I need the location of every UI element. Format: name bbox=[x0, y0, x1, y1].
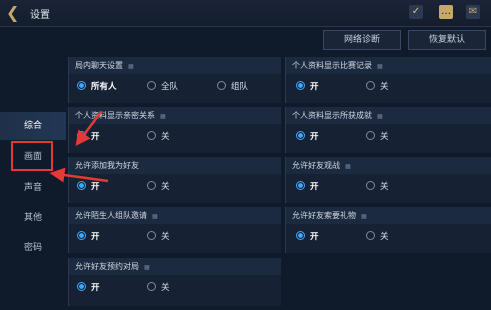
highlight-box bbox=[11, 141, 53, 171]
panel-chat-settings: 局内聊天设置 ▦ 所有人 全队 组队 bbox=[68, 57, 281, 103]
panel-title: 允许好友索要礼物 bbox=[292, 211, 356, 220]
radio-icon bbox=[147, 181, 156, 190]
radio-icon bbox=[366, 81, 375, 90]
option-on[interactable]: 开 bbox=[77, 281, 100, 295]
info-icon[interactable]: ▦ bbox=[144, 259, 150, 276]
clipboard-check-icon[interactable]: ✓ bbox=[409, 5, 423, 19]
radio-selected-icon bbox=[77, 131, 86, 140]
option-team[interactable]: 全队 bbox=[147, 80, 178, 94]
panel-show-intimacy: 个人资料显示亲密关系 ▦ 开 关 bbox=[68, 107, 281, 153]
option-off[interactable]: 关 bbox=[147, 130, 170, 144]
sidebar-item-sound[interactable]: 声音 bbox=[0, 174, 66, 202]
option-everyone[interactable]: 所有人 bbox=[77, 80, 117, 94]
panel-title: 允许添加我为好友 bbox=[75, 161, 139, 170]
page-title: 设置 bbox=[30, 10, 50, 21]
info-icon[interactable]: ▦ bbox=[128, 58, 134, 75]
panel-title: 个人资料显示亲密关系 bbox=[75, 111, 155, 120]
option-on[interactable]: 开 bbox=[296, 80, 319, 94]
option-off[interactable]: 关 bbox=[147, 180, 170, 194]
radio-icon bbox=[147, 131, 156, 140]
option-off[interactable]: 关 bbox=[147, 281, 170, 295]
info-icon[interactable]: ▦ bbox=[377, 58, 383, 75]
option-on[interactable]: 开 bbox=[77, 130, 100, 144]
info-icon[interactable]: ▦ bbox=[152, 208, 158, 225]
option-off[interactable]: 关 bbox=[366, 230, 389, 244]
radio-selected-icon bbox=[296, 231, 305, 240]
radio-icon bbox=[366, 231, 375, 240]
radio-icon bbox=[147, 81, 156, 90]
panel-title: 局内聊天设置 bbox=[75, 61, 123, 70]
info-icon[interactable]: ▦ bbox=[377, 108, 383, 125]
radio-selected-icon bbox=[77, 181, 86, 190]
radio-icon bbox=[217, 81, 226, 90]
panel-friend-spectate: 允许好友观战 ▦ 开 关 bbox=[285, 157, 491, 203]
option-on[interactable]: 开 bbox=[296, 130, 319, 144]
option-on[interactable]: 开 bbox=[77, 230, 100, 244]
panel-friend-schedule: 允许好友预约对局 ▦ 开 关 bbox=[68, 258, 281, 306]
radio-icon bbox=[147, 231, 156, 240]
panel-title: 允许好友观战 bbox=[292, 161, 340, 170]
panel-show-match-record: 个人资料显示比赛记录 ▦ 开 关 bbox=[285, 57, 491, 103]
sidebar-item-other[interactable]: 其他 bbox=[0, 204, 66, 232]
option-on[interactable]: 开 bbox=[296, 230, 319, 244]
panel-title: 个人资料显示所获成就 bbox=[292, 111, 372, 120]
radio-icon bbox=[366, 131, 375, 140]
radio-selected-icon bbox=[77, 282, 86, 291]
panel-friend-gift: 允许好友索要礼物 ▦ 开 关 bbox=[285, 207, 491, 253]
panel-stranger-invite: 允许陌生人组队邀请 ▦ 开 关 bbox=[68, 207, 281, 253]
radio-selected-icon bbox=[77, 231, 86, 240]
back-arrow-icon[interactable]: ❮ bbox=[6, 4, 24, 22]
option-off[interactable]: 关 bbox=[366, 80, 389, 94]
network-diagnose-button[interactable]: 网络诊断 bbox=[323, 30, 401, 50]
top-bar: ❮ 设置 ✓ … ✉ bbox=[0, 0, 491, 27]
info-icon[interactable]: ▦ bbox=[160, 108, 166, 125]
radio-selected-icon bbox=[296, 181, 305, 190]
info-icon[interactable]: ▦ bbox=[361, 208, 367, 225]
radio-selected-icon bbox=[77, 81, 86, 90]
radio-icon bbox=[366, 181, 375, 190]
radio-selected-icon bbox=[296, 81, 305, 90]
chat-bubble-icon[interactable]: … bbox=[439, 5, 453, 19]
info-icon[interactable]: ▦ bbox=[345, 158, 351, 175]
mail-icon[interactable]: ✉ bbox=[466, 5, 480, 19]
option-on[interactable]: 开 bbox=[77, 180, 100, 194]
sidebar-item-password[interactable]: 密码 bbox=[0, 234, 66, 262]
option-off[interactable]: 关 bbox=[366, 130, 389, 144]
panel-show-achievements: 个人资料显示所获成就 ▦ 开 关 bbox=[285, 107, 491, 153]
reset-default-button[interactable]: 恢复默认 bbox=[408, 30, 486, 50]
radio-selected-icon bbox=[296, 131, 305, 140]
panel-title: 个人资料显示比赛记录 bbox=[292, 61, 372, 70]
panel-title: 允许好友预约对局 bbox=[75, 262, 139, 271]
panel-title: 允许陌生人组队邀请 bbox=[75, 211, 147, 220]
option-on[interactable]: 开 bbox=[296, 180, 319, 194]
sidebar-item-general[interactable]: 综合 bbox=[0, 112, 66, 140]
option-off[interactable]: 关 bbox=[366, 180, 389, 194]
option-party[interactable]: 组队 bbox=[217, 80, 248, 94]
radio-icon bbox=[147, 282, 156, 291]
panel-allow-friend-add: 允许添加我为好友 开 关 bbox=[68, 157, 281, 203]
option-off[interactable]: 关 bbox=[147, 230, 170, 244]
